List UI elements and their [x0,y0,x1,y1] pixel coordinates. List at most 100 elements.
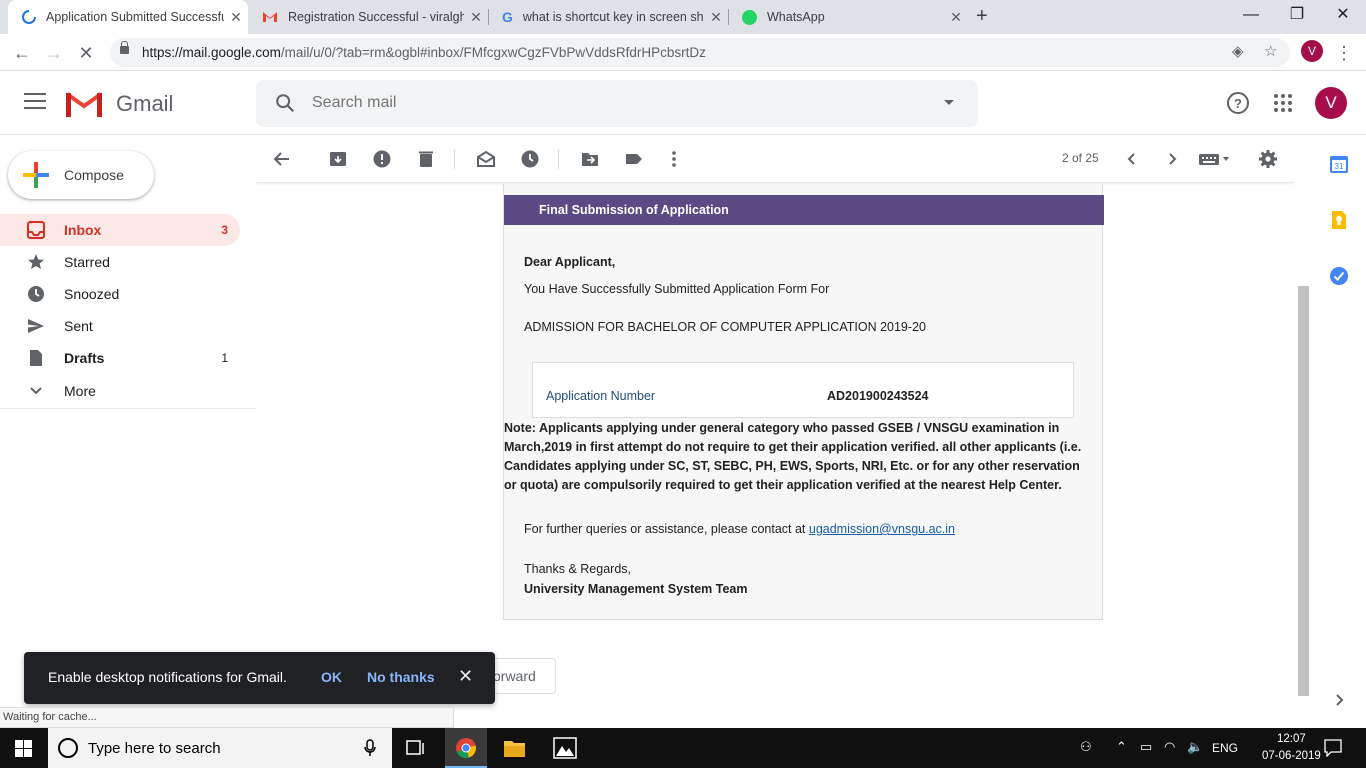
lock-icon [120,41,129,54]
close-tab-icon[interactable]: ✕ [224,9,248,26]
sidebar-item-inbox[interactable]: Inbox 3 [0,214,240,246]
email-line1: You Have Successfully Submitted Applicat… [524,282,830,296]
move-to-icon[interactable] [580,149,600,169]
mark-unread-icon[interactable] [476,149,496,169]
svg-text:31: 31 [1335,162,1344,171]
tab-title: WhatsApp [767,10,825,24]
search-icon[interactable] [274,92,296,114]
sidebar-item-starred[interactable]: Starred [0,246,240,278]
search-options-icon[interactable] [944,100,954,105]
clock-time: 12:07 [1277,733,1306,745]
browser-status-bar: Waiting for cache... [0,707,454,728]
minimize-button[interactable]: — [1228,0,1274,30]
browser-tab-strip: Application Submitted Successfu ✕ Regist… [0,0,1366,34]
action-center-icon[interactable] [1324,739,1342,757]
email-greeting: Dear Applicant, [524,255,616,269]
url-bar[interactable]: https://mail.google.com/mail/u/0/?tab=rm… [110,38,1290,67]
account-avatar[interactable]: V [1315,87,1347,119]
sidebar-divider [0,408,256,409]
archive-icon[interactable] [328,149,348,169]
chevron-down-icon [26,381,46,401]
sidebar-item-more[interactable]: More [0,375,240,407]
bookmark-star-icon[interactable]: ☆ [1264,42,1277,60]
close-tab-icon[interactable]: ✕ [944,9,968,26]
keep-icon[interactable] [1329,210,1349,230]
page-scrollbar[interactable] [1298,286,1309,696]
taskbar-chrome[interactable] [445,728,487,768]
compose-button[interactable]: Compose [8,151,154,199]
back-arrow-icon[interactable]: ← [8,39,36,67]
taskbar-search-placeholder: Type here to search [88,740,221,757]
tab-registration-successful[interactable]: Registration Successful - viralghc ✕ [248,0,488,34]
application-number-value: AD201900243524 [827,389,929,403]
language-indicator[interactable]: ENG [1212,741,1238,755]
volume-icon[interactable]: 🔈 [1187,739,1203,755]
chevron-right-icon[interactable] [1162,149,1182,169]
application-number-label: Application Number [546,389,656,403]
sidebar-item-snoozed[interactable]: Snoozed [0,278,240,310]
help-icon[interactable]: ? [1226,91,1250,115]
sidebar-item-sent[interactable]: Sent [0,310,240,342]
chevron-left-icon[interactable] [1122,149,1142,169]
gmail-logo [65,92,103,117]
wifi-icon[interactable]: ◠ [1164,739,1175,755]
close-tab-icon[interactable]: ✕ [704,9,728,26]
toast-ok-button[interactable]: OK [321,669,342,685]
close-toast-icon[interactable]: ✕ [458,666,473,687]
loading-spinner-icon [22,10,36,24]
settings-gear-icon[interactable] [1258,149,1278,169]
browser-menu-icon[interactable]: ⋮ [1330,39,1358,67]
file-explorer-icon[interactable] [503,738,526,758]
windows-start-icon[interactable] [15,740,32,757]
delete-icon[interactable] [416,149,436,169]
compose-label: Compose [64,167,124,183]
tab-application-submitted[interactable]: Application Submitted Successfu ✕ [8,0,248,34]
email-queries: For further queries or assistance, pleas… [524,522,955,536]
snooze-icon[interactable] [520,149,540,169]
back-to-inbox-icon[interactable] [272,149,292,169]
email-team: University Management System Team [524,582,748,596]
more-options-icon[interactable] [664,149,684,169]
profile-avatar[interactable]: V [1301,40,1323,62]
input-tools-icon[interactable] [1198,149,1234,169]
task-view-icon[interactable] [406,739,426,757]
email-course: ADMISSION FOR BACHELOR OF COMPUTER APPLI… [524,320,926,334]
taskbar-search-box[interactable]: Type here to search [48,728,392,768]
tab-whatsapp[interactable]: WhatsApp ✕ [728,0,968,34]
new-tab-button[interactable]: + [976,5,988,28]
message-toolbar: 2 of 25 [256,135,1294,183]
close-window-button[interactable]: ✕ [1320,0,1366,30]
side-panel: 31 [1310,135,1366,725]
close-tab-icon[interactable]: ✕ [464,9,488,26]
site-settings-icon[interactable]: ◈ [1232,42,1244,60]
calendar-icon[interactable]: 31 [1329,154,1349,174]
search-input[interactable] [312,90,912,116]
toast-no-thanks-button[interactable]: No thanks [367,669,435,685]
apps-grid-icon[interactable] [1271,91,1295,115]
report-spam-icon[interactable] [372,149,392,169]
sidebar-item-label: Starred [64,254,110,270]
forward-arrow-icon[interactable]: → [40,39,68,67]
sidebar-item-label: More [64,383,96,399]
label-icon[interactable] [624,149,644,169]
main-menu-icon[interactable] [24,93,46,111]
photos-icon[interactable] [553,737,577,759]
battery-icon[interactable]: ▭ [1140,739,1152,755]
gmail-icon [263,12,277,22]
tab-google-search[interactable]: G what is shortcut key in screen sho ✕ [488,0,728,34]
stop-loading-icon[interactable]: ✕ [72,39,100,67]
tasks-icon[interactable] [1329,266,1349,286]
search-bar[interactable] [256,80,978,127]
people-icon[interactable]: ⚇ [1080,739,1092,755]
email-card: Final Submission of Application Dear App… [503,184,1104,620]
sidebar-item-drafts[interactable]: Drafts 1 [0,342,240,374]
microphone-icon[interactable] [364,739,376,757]
send-icon [26,316,46,336]
clock-icon [26,284,46,304]
restore-button[interactable]: ❐ [1274,0,1320,30]
clock-date: 07-06-2019 [1262,750,1321,762]
contact-email-link[interactable]: ugadmission@vnsgu.ac.in [809,522,955,536]
chevron-up-icon[interactable]: ⌃ [1116,739,1127,755]
taskbar-clock[interactable]: 12:07 07-06-2019 [1262,731,1321,765]
expand-panel-icon[interactable] [1329,690,1349,710]
